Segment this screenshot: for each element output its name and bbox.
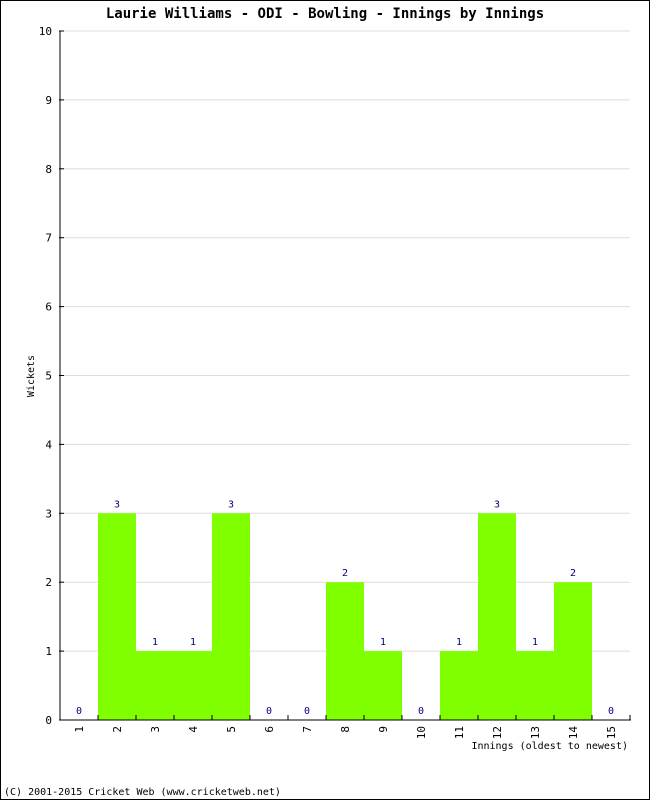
x-tick-label: 1 [73,726,86,733]
y-tick-label: 7 [45,232,52,245]
gridlines [60,30,630,652]
data-label: 2 [342,568,348,579]
footer-copyright: (C) 2001-2015 Cricket Web (www.cricketwe… [4,787,281,798]
x-tick-label: 9 [377,726,390,733]
bar [364,651,402,720]
data-label: 0 [418,706,424,717]
data-label: 0 [608,706,614,717]
x-tick-label: 7 [301,726,314,733]
y-tick-label: 9 [45,94,52,107]
data-label: 1 [532,637,538,648]
chart-title: Laurie Williams - ODI - Bowling - Inning… [106,6,544,22]
y-tick-label: 5 [45,370,52,383]
x-axis-label: Innings (oldest to newest) [471,741,628,752]
x-tick-label: 11 [453,726,466,739]
x-tick-label: 14 [567,726,580,740]
y-tick-label: 6 [45,301,52,314]
x-tick-label: 4 [187,726,200,733]
y-tick-label: 4 [45,438,52,451]
data-label: 0 [304,706,310,717]
x-tick-label: 5 [225,726,238,733]
y-tick-label: 1 [45,645,52,658]
bar [554,582,592,720]
y-tick-label: 0 [45,714,52,727]
y-axis-label: Wickets [26,355,37,397]
data-label: 1 [190,637,196,648]
y-tick-label: 2 [45,576,52,589]
bar [136,651,174,720]
x-tick-label: 6 [263,726,276,733]
data-label: 2 [570,568,576,579]
x-tick-label: 2 [111,726,124,733]
y-tick-label: 3 [45,507,52,520]
bar [174,651,212,720]
bar [440,651,478,720]
bar [516,651,554,720]
bar-chart: Laurie Williams - ODI - Bowling - Inning… [4,6,631,798]
x-tick-label: 8 [339,726,352,733]
x-tick-label: 3 [149,726,162,733]
data-label: 1 [456,637,462,648]
data-label: 0 [76,706,82,717]
bars: 0 3 1 1 3 0 0 2 1 0 1 3 1 2 0 [76,499,614,720]
data-label: 1 [380,637,386,648]
x-tick-label: 12 [491,726,504,739]
bar [326,582,364,720]
y-tick-label: 8 [45,163,52,176]
x-tick-label: 13 [529,726,542,739]
data-label: 1 [152,637,158,648]
data-label: 3 [494,499,500,510]
data-label: 3 [114,499,120,510]
data-label: 3 [228,499,234,510]
bar [212,513,250,720]
x-tick-label: 15 [605,726,618,739]
y-tick-label: 10 [39,25,52,38]
bar [478,513,516,720]
data-label: 0 [266,706,272,717]
bar [98,513,136,720]
x-tick-label: 10 [415,726,428,739]
